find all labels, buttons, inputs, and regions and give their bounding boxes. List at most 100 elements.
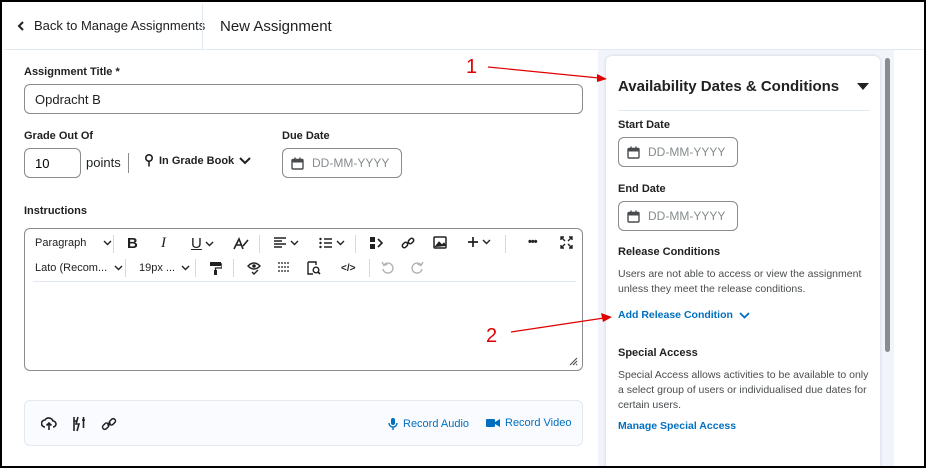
record-audio-button[interactable]: Record Audio — [388, 417, 469, 431]
toolbar-separator — [233, 259, 234, 277]
resize-handle-icon[interactable] — [568, 356, 578, 366]
instructions-editor[interactable]: Paragraph B I U ••• Lato (Recom... 19px … — [24, 228, 583, 371]
side-panel-area: Availability Dates & Conditions Start Da… — [598, 50, 894, 466]
chevron-down-icon — [114, 265, 123, 271]
underline-label: U — [191, 235, 202, 252]
paint-roller-icon — [210, 262, 222, 275]
align-dropdown[interactable] — [273, 237, 299, 249]
more-actions-button[interactable]: ••• — [528, 236, 538, 248]
chevron-down-icon — [482, 239, 491, 245]
italic-button[interactable]: I — [161, 235, 166, 252]
word-count-button[interactable] — [277, 261, 291, 274]
upload-icon[interactable] — [41, 416, 57, 432]
insert-element-button[interactable] — [369, 236, 383, 250]
toolbar-separator — [369, 259, 370, 277]
pin-icon — [145, 154, 153, 167]
due-date-placeholder: DD-MM-YYYY — [312, 156, 390, 170]
microphone-icon — [388, 418, 398, 430]
callout-number-2: 2 — [486, 325, 498, 347]
page-title: New Assignment — [220, 18, 332, 35]
paragraph-format-dropdown[interactable]: Paragraph — [35, 237, 112, 249]
top-bar: Back to Manage Assignments New Assignmen… — [4, 4, 924, 50]
align-left-icon — [274, 237, 286, 248]
insert-link-button[interactable] — [401, 236, 415, 250]
callout-arrow-1 — [487, 66, 607, 82]
paragraph-format-label: Paragraph — [35, 237, 87, 249]
fullscreen-button[interactable] — [560, 236, 573, 249]
preview-button[interactable] — [307, 261, 321, 275]
record-video-label: Record Video — [505, 417, 572, 429]
accessibility-checker-button[interactable] — [247, 261, 261, 275]
grade-label: Grade Out Of — [24, 130, 94, 142]
chevron-down-icon — [739, 311, 750, 319]
start-date-label: Start Date — [618, 119, 670, 131]
link-icon[interactable] — [101, 416, 117, 432]
redo-button[interactable] — [411, 261, 424, 274]
accessibility-check-icon — [247, 262, 261, 275]
assignment-title-input[interactable] — [24, 84, 583, 114]
add-release-condition-link[interactable]: Add Release Condition — [618, 309, 750, 321]
instructions-label: Instructions — [24, 205, 87, 217]
insert-image-button[interactable] — [433, 236, 447, 249]
end-date-input[interactable]: DD-MM-YYYY — [618, 201, 738, 231]
chevron-down-icon — [181, 265, 190, 271]
fullscreen-icon — [560, 236, 573, 249]
back-link-label: Back to Manage Assignments — [34, 18, 206, 33]
text-style-icon — [233, 237, 249, 250]
due-date-label: Due Date — [282, 130, 330, 142]
calendar-icon — [627, 146, 640, 159]
format-painter-button[interactable] — [209, 261, 222, 275]
screenshot-frame: Back to Manage Assignments New Assignmen… — [0, 0, 926, 468]
insert-more-dropdown[interactable] — [467, 236, 491, 248]
toolbar-separator — [259, 235, 260, 253]
special-access-label: Special Access — [618, 347, 698, 359]
video-camera-icon — [486, 419, 500, 427]
special-access-text: Special Access allows activities to be a… — [618, 369, 869, 411]
undo-icon — [381, 261, 394, 274]
text-style-button[interactable] — [233, 237, 249, 251]
chevron-down-icon — [290, 240, 299, 246]
toolbar-separator — [125, 259, 126, 277]
callout-number-1: 1 — [466, 56, 478, 78]
manage-special-access-link[interactable]: Manage Special Access — [618, 420, 736, 432]
availability-title[interactable]: Availability Dates & Conditions — [618, 78, 839, 95]
word-count-icon — [278, 262, 290, 272]
list-icon — [319, 237, 332, 249]
redo-icon — [411, 261, 424, 274]
points-separator — [128, 153, 129, 173]
toolbar-separator — [113, 235, 114, 253]
calendar-icon — [291, 157, 304, 170]
end-date-placeholder: DD-MM-YYYY — [648, 209, 726, 223]
back-link[interactable]: Back to Manage Assignments — [16, 18, 205, 33]
chevron-down-icon — [205, 241, 214, 246]
due-date-input[interactable]: DD-MM-YYYY — [282, 148, 402, 178]
font-family-dropdown[interactable]: Lato (Recom... — [35, 262, 123, 274]
undo-button[interactable] — [381, 261, 394, 274]
chevron-down-icon — [336, 240, 345, 246]
start-date-input[interactable]: DD-MM-YYYY — [618, 137, 738, 167]
source-code-button[interactable]: </> — [341, 263, 355, 274]
bold-button[interactable]: B — [127, 235, 138, 252]
points-input[interactable] — [24, 148, 81, 178]
quicklink-icon[interactable] — [71, 416, 87, 432]
preview-icon — [307, 261, 321, 275]
attachment-bar: Record Audio Record Video — [24, 400, 583, 446]
availability-panel: Availability Dates & Conditions Start Da… — [606, 56, 880, 466]
release-conditions-text: Users are not able to access or view the… — [618, 268, 862, 295]
font-size-label: 19px ... — [139, 262, 176, 274]
grade-book-dropdown[interactable]: In Grade Book — [144, 154, 251, 167]
title-label: Assignment Title * — [24, 66, 120, 78]
image-icon — [433, 236, 447, 249]
font-family-label: Lato (Recom... — [35, 262, 108, 274]
font-size-dropdown[interactable]: 19px ... — [139, 262, 190, 274]
toolbar-divider — [33, 281, 576, 282]
record-video-button[interactable]: Record Video — [486, 417, 571, 429]
insert-element-icon — [370, 237, 383, 249]
link-icon — [401, 237, 415, 249]
underline-button[interactable]: U — [191, 235, 214, 252]
list-dropdown[interactable] — [319, 237, 345, 249]
collapse-caret-icon[interactable] — [857, 83, 869, 90]
chevron-down-icon — [103, 240, 112, 246]
record-audio-label: Record Audio — [403, 418, 470, 430]
side-panel-scrollbar[interactable] — [885, 58, 890, 352]
